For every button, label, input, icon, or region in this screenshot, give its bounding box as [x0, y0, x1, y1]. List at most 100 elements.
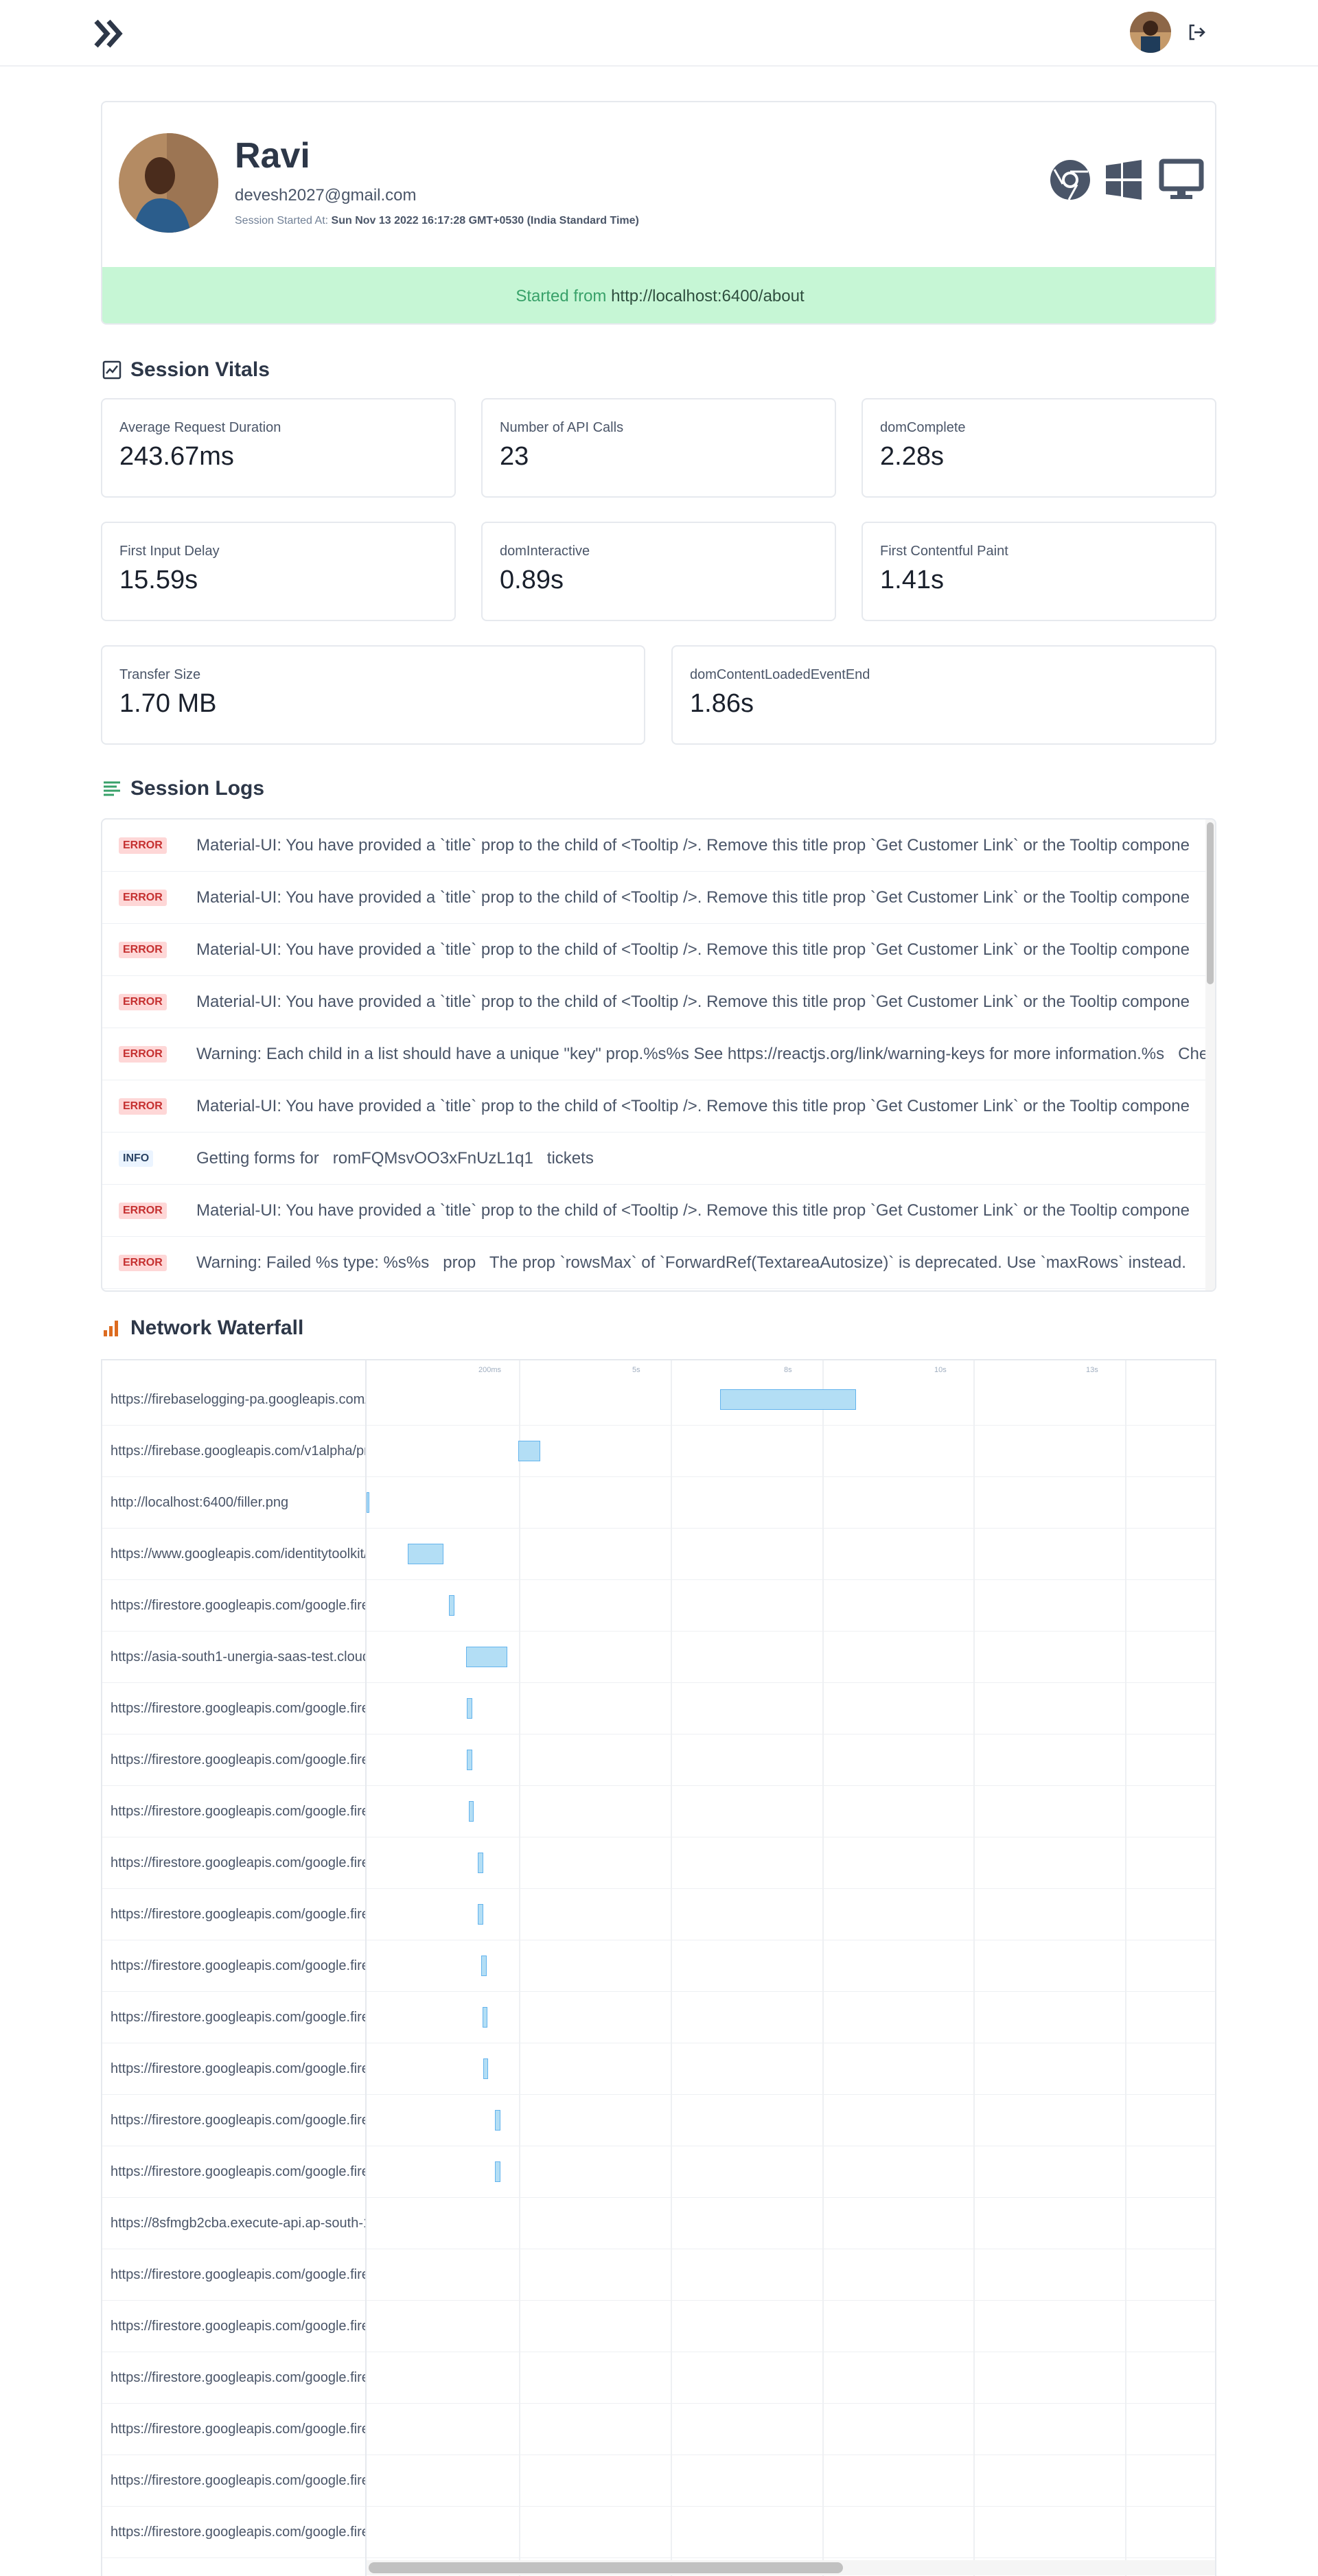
client-environment-icons [1050, 159, 1204, 200]
logs-scrollbar[interactable] [1205, 820, 1215, 1290]
log-level-badge: INFO [119, 1150, 154, 1167]
vital-card: Transfer Size 1.70 MB [101, 645, 645, 745]
request-timing-bar[interactable] [482, 2007, 488, 2028]
vital-card: domInteractive 0.89s [481, 522, 836, 621]
desktop-icon [1159, 159, 1204, 199]
vital-value: 1.41s [880, 566, 944, 594]
log-message: Warning: Failed %s type: %s%s prop The p… [196, 1253, 1186, 1272]
request-timing-bar[interactable] [449, 1595, 454, 1616]
vital-label: Average Request Duration [119, 420, 281, 435]
request-timing-bar[interactable] [478, 1904, 483, 1925]
user-name: Ravi [235, 136, 310, 176]
session-start-value: Sun Nov 13 2022 16:17:28 GMT+0530 (India… [331, 215, 639, 227]
request-timing-bar[interactable] [367, 1492, 369, 1513]
request-timing-bar[interactable] [719, 1389, 856, 1410]
log-row[interactable]: ERROR Material-UI: You have provided a `… [102, 1080, 1207, 1133]
log-row[interactable]: ERROR Material-UI: You have provided a `… [102, 872, 1207, 924]
user-email: devesh2027@gmail.com [235, 186, 417, 205]
vital-label: domComplete [880, 420, 966, 435]
waterfall-icon [104, 1321, 118, 1336]
vital-card: First Contentful Paint 1.41s [862, 522, 1216, 621]
log-message: Material-UI: You have provided a `title`… [196, 1201, 1190, 1220]
log-level-badge: ERROR [119, 837, 167, 854]
vital-value: 15.59s [119, 566, 198, 594]
request-timing-bar[interactable] [495, 2161, 500, 2182]
request-timing-bar[interactable] [466, 1647, 507, 1667]
logo-icon[interactable] [93, 19, 126, 49]
request-timing-bar[interactable] [478, 1853, 483, 1873]
chart-file-icon [102, 360, 122, 380]
session-vitals-heading: Session Vitals [102, 358, 270, 382]
vital-label: domContentLoadedEventEnd [690, 667, 870, 682]
log-level-badge: ERROR [119, 890, 167, 906]
network-waterfall-chart[interactable]: 200ms 5s 8s 10s 13s https://firebaselogg… [101, 1359, 1216, 2576]
vital-card: domContentLoadedEventEnd 1.86s [671, 645, 1216, 745]
request-timing-bar[interactable] [483, 2058, 489, 2079]
chrome-icon [1050, 160, 1090, 200]
session-logs-title: Session Logs [130, 777, 265, 800]
network-waterfall-heading: Network Waterfall [102, 1316, 303, 1340]
logout-icon[interactable] [1186, 22, 1207, 43]
vital-value: 23 [500, 442, 529, 471]
vital-label: First Contentful Paint [880, 544, 1008, 559]
started-from-banner: Started from http://localhost:6400/about [102, 267, 1215, 323]
timeline-tick: 10s [934, 1366, 947, 1374]
timeline-tick: 13s [1086, 1366, 1098, 1374]
log-row[interactable]: ERROR Material-UI: You have provided a `… [102, 976, 1207, 1028]
vital-label: Transfer Size [119, 667, 201, 682]
user-avatar[interactable] [1130, 12, 1171, 53]
vital-label: First Input Delay [119, 544, 220, 559]
started-from-label: Started from [516, 287, 607, 305]
log-row[interactable]: ERROR Warning: Failed %s type: %s%s prop… [102, 1237, 1207, 1289]
log-level-badge: ERROR [119, 1203, 167, 1219]
request-timing-bar[interactable] [518, 1441, 540, 1461]
vital-value: 0.89s [500, 566, 564, 594]
request-timing-bar[interactable] [495, 2110, 500, 2131]
vital-label: domInteractive [500, 544, 590, 559]
log-level-badge: ERROR [119, 994, 167, 1010]
session-start-label: Session Started At: [235, 215, 329, 227]
session-start-time: Session Started At: Sun Nov 13 2022 16:1… [235, 215, 639, 227]
started-from-url[interactable]: http://localhost:6400/about [611, 287, 805, 305]
vital-card: Average Request Duration 243.67ms [101, 398, 456, 498]
log-message: Getting forms for romFQMsvOO3xFnUzL1q1 t… [196, 1149, 594, 1168]
log-message: Warning: Each child in a list should hav… [196, 1045, 1207, 1063]
timeline-tick: 200ms [478, 1366, 502, 1374]
lines-icon [104, 781, 120, 796]
request-timing-bar[interactable] [481, 1956, 487, 1976]
session-logs-list[interactable]: ERROR Material-UI: You have provided a `… [101, 818, 1216, 1292]
logs-scrollbar-thumb[interactable] [1207, 822, 1214, 984]
vital-card: First Input Delay 15.59s [101, 522, 456, 621]
request-timing-bar[interactable] [468, 1801, 474, 1822]
vital-value: 1.70 MB [119, 689, 217, 718]
session-profile-card: Ravi devesh2027@gmail.com Session Starte… [101, 101, 1216, 325]
log-level-badge: ERROR [119, 1255, 167, 1271]
waterfall-horizontal-scrollbar[interactable] [367, 2560, 1215, 2575]
vital-label: Number of API Calls [500, 420, 624, 435]
log-level-badge: ERROR [119, 1098, 167, 1115]
log-row[interactable]: ERROR Warning: Each child in a list shou… [102, 1028, 1207, 1080]
request-url-column [102, 1360, 367, 2576]
log-row[interactable]: INFO Getting forms for romFQMsvOO3xFnUzL… [102, 1133, 1207, 1185]
log-row[interactable]: ERROR Material-UI: You have provided a `… [102, 924, 1207, 976]
profile-avatar [119, 133, 218, 233]
request-timing-bar[interactable] [467, 1750, 472, 1770]
vital-card: domComplete 2.28s [862, 398, 1216, 498]
vital-value: 2.28s [880, 442, 944, 471]
log-message: Material-UI: You have provided a `title`… [196, 888, 1190, 907]
session-logs-heading: Session Logs [102, 777, 264, 800]
log-message: Material-UI: You have provided a `title`… [196, 836, 1190, 855]
request-timing-bar[interactable] [407, 1544, 443, 1564]
top-navbar [0, 0, 1318, 67]
vital-value: 243.67ms [119, 442, 234, 471]
log-row[interactable]: ERROR Material-UI: You have provided a `… [102, 820, 1207, 872]
timeline-tick: 8s [784, 1366, 792, 1374]
request-timing-bar[interactable] [467, 1698, 472, 1719]
log-level-badge: ERROR [119, 1046, 167, 1063]
timeline-tick: 5s [632, 1366, 640, 1374]
network-waterfall-title: Network Waterfall [130, 1316, 304, 1339]
waterfall-scrollbar-thumb[interactable] [369, 2562, 844, 2573]
vital-card: Number of API Calls 23 [481, 398, 836, 498]
session-vitals-title: Session Vitals [130, 358, 270, 381]
log-row[interactable]: ERROR Material-UI: You have provided a `… [102, 1185, 1207, 1237]
